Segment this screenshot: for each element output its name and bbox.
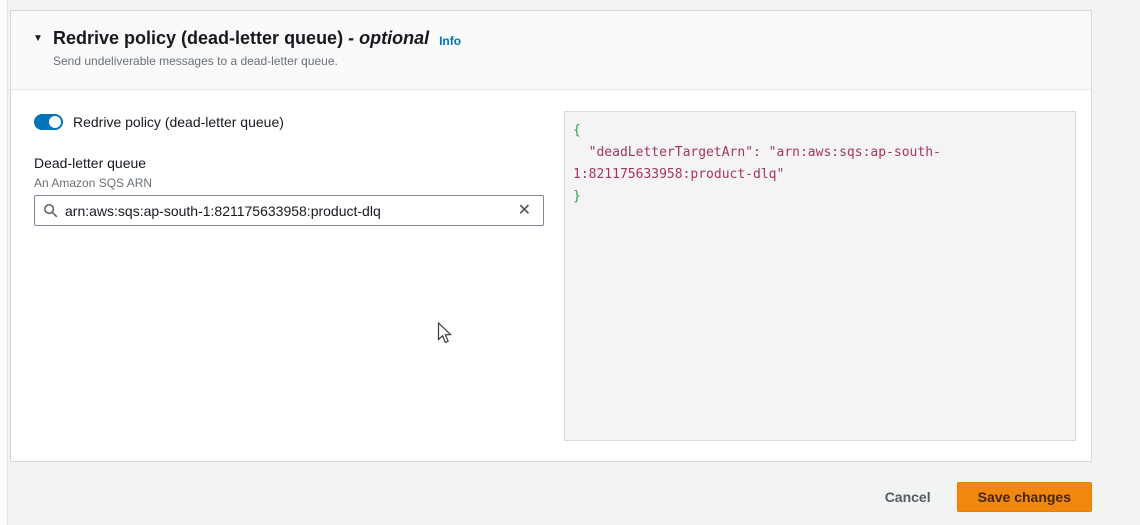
toggle-knob [49, 116, 61, 128]
panel-title-main: Redrive policy (dead-letter queue) [53, 28, 344, 48]
panel-description: Send undeliverable messages to a dead-le… [53, 54, 338, 68]
panel-title: Redrive policy (dead-letter queue) - opt… [53, 28, 429, 49]
info-link[interactable]: Info [439, 34, 461, 48]
json-line: } [573, 189, 581, 204]
panel-title-optional: - optional [348, 28, 430, 48]
redrive-policy-toggle[interactable] [34, 114, 63, 130]
footer-actions: Cancel Save changes [885, 482, 1092, 512]
toggle-label: Redrive policy (dead-letter queue) [73, 114, 284, 130]
save-changes-button[interactable]: Save changes [956, 482, 1092, 512]
json-line: "deadLetterTargetArn": "arn:aws:sqs:ap-s… [573, 145, 941, 160]
cancel-button[interactable]: Cancel [885, 489, 931, 505]
collapse-triangle-icon[interactable]: ▼ [33, 33, 45, 44]
redrive-policy-panel: ▼ Redrive policy (dead-letter queue) - o… [10, 10, 1092, 462]
dead-letter-queue-label: Dead-letter queue [34, 155, 147, 171]
page-left-edge [0, 0, 8, 525]
arn-search-box: ✕ [34, 195, 544, 226]
search-icon [44, 204, 58, 218]
json-line: { [573, 123, 581, 138]
dead-letter-queue-hint: An Amazon SQS ARN [34, 176, 153, 190]
json-line: 1:821175633958:product-dlq" [573, 167, 785, 182]
clear-input-icon[interactable]: ✕ [514, 201, 535, 221]
panel-header: ▼ Redrive policy (dead-letter queue) - o… [11, 11, 1091, 90]
redrive-toggle-row: Redrive policy (dead-letter queue) [34, 114, 284, 130]
redrive-policy-json-preview: { "deadLetterTargetArn": "arn:aws:sqs:ap… [564, 111, 1076, 441]
arn-input[interactable] [65, 202, 514, 219]
